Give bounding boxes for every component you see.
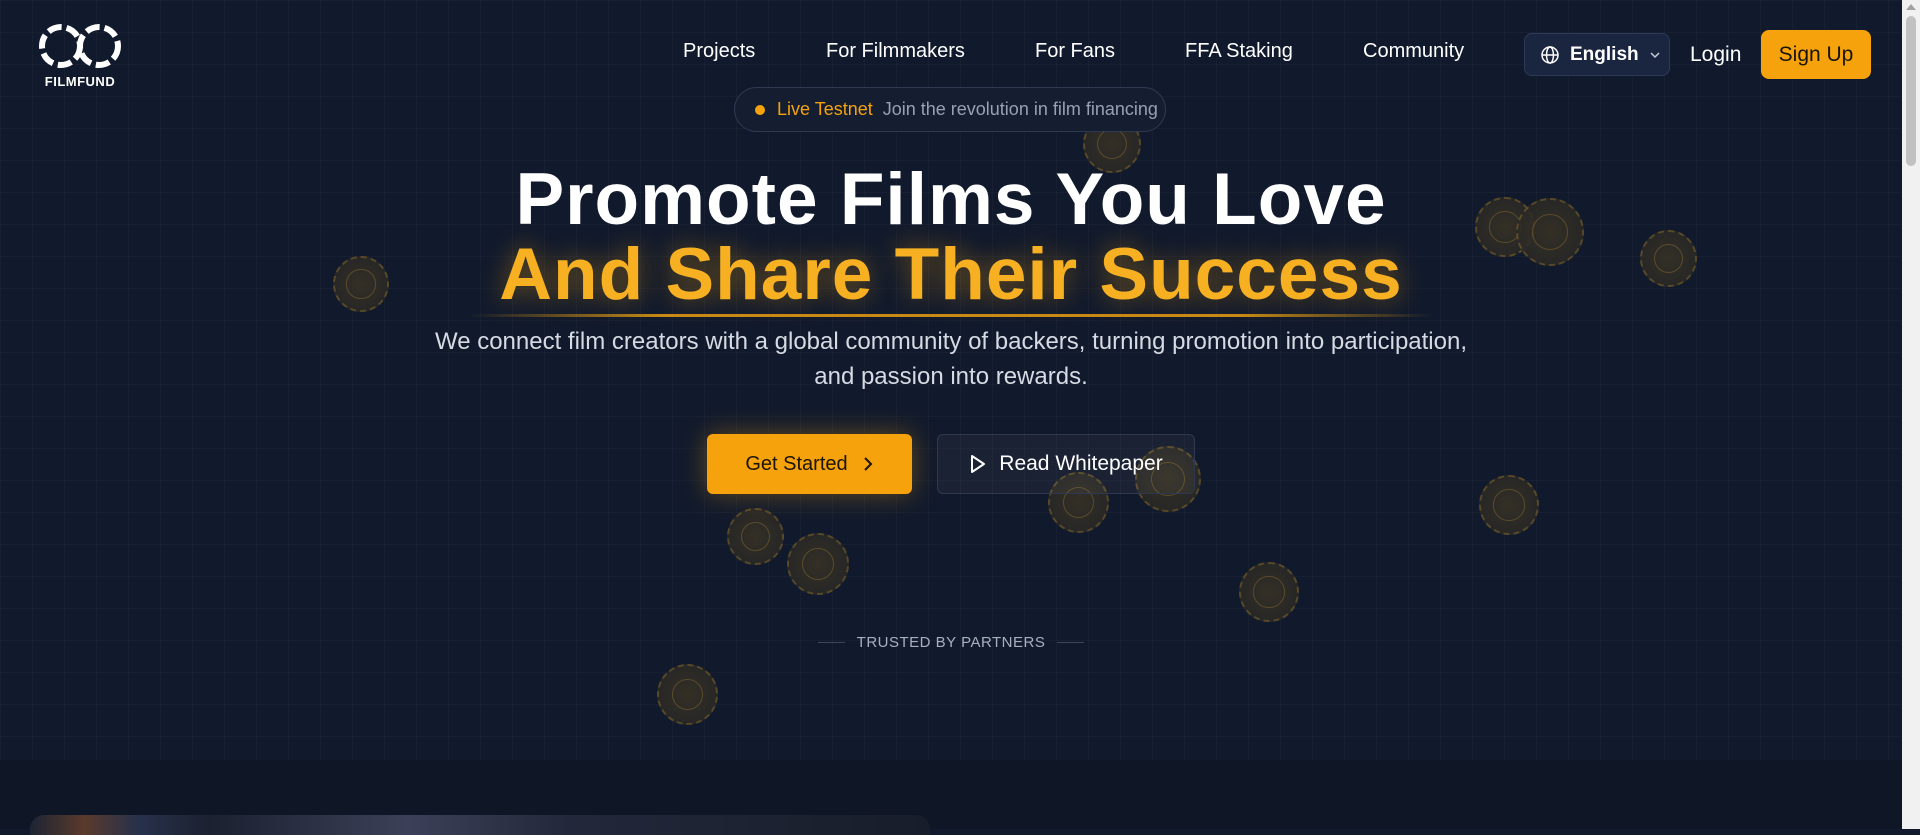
read-whitepaper-button[interactable]: Read Whitepaper bbox=[937, 434, 1195, 494]
chevron-down-icon bbox=[1650, 51, 1660, 58]
scroll-up-icon[interactable] bbox=[1906, 4, 1916, 10]
coin-decoration bbox=[1479, 475, 1539, 535]
scrollbar-thumb[interactable] bbox=[1906, 16, 1916, 166]
coin-decoration bbox=[787, 533, 849, 595]
hero-title-line1: Promote Films You Love bbox=[515, 159, 1387, 240]
coin-decoration bbox=[657, 664, 718, 725]
nav-for-fans[interactable]: For Fans bbox=[1035, 40, 1115, 63]
page-scrollbar[interactable] bbox=[1902, 0, 1920, 829]
status-dot-icon bbox=[755, 104, 765, 115]
coin-decoration bbox=[1239, 562, 1299, 622]
title-underline bbox=[470, 314, 1432, 317]
nav-for-filmmakers[interactable]: For Filmmakers bbox=[826, 40, 965, 63]
trusted-label: TRUSTED BY PARTNERS bbox=[856, 634, 1046, 651]
brand-name: FILMFUND bbox=[44, 74, 116, 89]
divider-line bbox=[1057, 642, 1085, 643]
badge-status: Live Testnet bbox=[777, 99, 873, 119]
language-label: English bbox=[1570, 43, 1639, 65]
chevron-right-icon bbox=[863, 457, 873, 471]
signup-button[interactable]: Sign Up bbox=[1761, 30, 1871, 79]
nav-community[interactable]: Community bbox=[1363, 40, 1464, 63]
nav-projects[interactable]: Projects bbox=[683, 40, 755, 63]
hero-title-line2: And Share Their Success bbox=[499, 234, 1403, 315]
get-started-button[interactable]: Get Started bbox=[707, 434, 912, 494]
filmfund-logo[interactable]: FILMFUND bbox=[38, 20, 122, 89]
login-link[interactable]: Login bbox=[1690, 43, 1741, 67]
globe-icon bbox=[1541, 45, 1559, 64]
testnet-badge: Live Testnet Join the revolution in film… bbox=[734, 87, 1166, 132]
divider-line bbox=[818, 642, 845, 643]
trusted-by-partners: TRUSTED BY PARTNERS bbox=[818, 634, 1085, 651]
read-whitepaper-label: Read Whitepaper bbox=[999, 452, 1163, 475]
play-icon bbox=[971, 455, 986, 473]
nav-ffa-staking[interactable]: FFA Staking bbox=[1185, 40, 1293, 63]
coin-decoration bbox=[727, 508, 784, 565]
infinity-logo-icon bbox=[39, 24, 121, 68]
hero-subtitle-line2: and passion into rewards. bbox=[814, 363, 1088, 390]
get-started-label: Get Started bbox=[745, 452, 848, 475]
badge-text: Join the revolution in film financing bbox=[882, 99, 1158, 119]
film-preview-card bbox=[30, 815, 930, 835]
language-selector[interactable]: English bbox=[1524, 33, 1670, 76]
hero-subtitle-line1: We connect film creators with a global c… bbox=[434, 328, 1468, 355]
